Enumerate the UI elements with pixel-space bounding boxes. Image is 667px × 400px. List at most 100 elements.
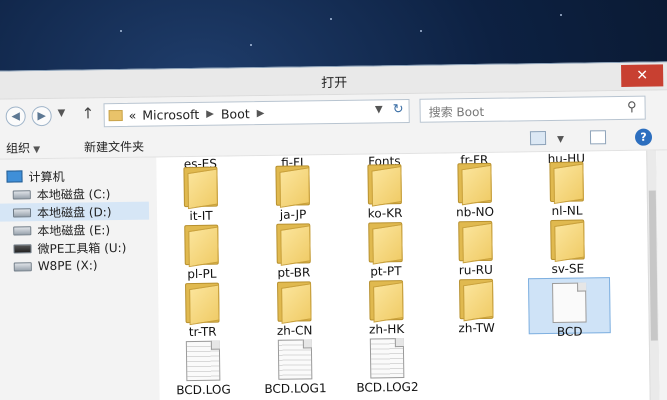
close-button[interactable]: ✕: [621, 64, 664, 87]
up-level-button[interactable]: ↑: [82, 104, 95, 122]
folder-item[interactable]: pl-PL: [161, 224, 242, 281]
folder-item[interactable]: zh-TW: [436, 278, 517, 335]
folder-item[interactable]: pt-BR: [253, 223, 334, 280]
file-name: pl-PL: [187, 266, 217, 282]
chevron-right-icon[interactable]: ▶: [257, 107, 265, 118]
folder-icon: [108, 109, 123, 121]
folder-item[interactable]: ko-KR: [344, 164, 425, 221]
log-file-icon: [277, 339, 313, 380]
file-name: pt-PT: [370, 264, 402, 279]
folder-item[interactable]: it-IT: [160, 166, 241, 223]
nav-item-drive-e[interactable]: 本地磁盘 (E:): [13, 220, 110, 239]
file-name: BCD.LOG2: [356, 379, 419, 395]
file-name: BCD: [556, 324, 583, 339]
organize-menu[interactable]: 组织 ▼: [6, 139, 40, 156]
search-input[interactable]: 搜索 Boot ⚲: [419, 95, 646, 123]
chevron-right-icon[interactable]: ▶: [206, 108, 214, 119]
star: [420, 30, 422, 32]
breadcrumb-microsoft[interactable]: Microsoft: [142, 106, 199, 122]
folder-item[interactable]: pt-PT: [345, 222, 426, 279]
new-folder-button[interactable]: 新建文件夹: [84, 138, 144, 156]
usb-drive-icon: [13, 243, 32, 253]
drive-icon: [13, 225, 32, 235]
folder-icon: [456, 220, 495, 264]
folder-icon: [455, 162, 494, 206]
file-name: nb-NO: [455, 204, 495, 220]
file-name: it-IT: [189, 208, 213, 224]
star: [560, 14, 562, 16]
nav-item-label: 本地磁盘 (C:): [36, 186, 111, 202]
folder-item[interactable]: nb-NO: [434, 162, 515, 219]
scrollbar-thumb[interactable]: [648, 190, 658, 341]
folder-icon: [275, 281, 314, 324]
folder-item[interactable]: nl-NL: [526, 161, 607, 218]
folder-item[interactable]: ja-JP: [252, 165, 333, 222]
file-name: nl-NL: [551, 203, 583, 218]
folder-icon: [274, 223, 313, 266]
refresh-icon[interactable]: ↻: [393, 102, 404, 117]
breadcrumb-boot[interactable]: Boot: [221, 106, 250, 121]
vertical-scrollbar[interactable]: [646, 150, 660, 400]
nav-item-label: 本地磁盘 (D:): [36, 204, 112, 220]
log-file-icon: [185, 340, 221, 382]
file-item[interactable]: BCD.LOG1: [255, 339, 336, 396]
folder-item[interactable]: tr-TR: [162, 282, 243, 339]
folder-icon: [365, 164, 404, 207]
folder-icon: [273, 165, 312, 208]
forward-button[interactable]: ▶: [31, 105, 52, 127]
search-icon[interactable]: ⚲: [627, 100, 637, 115]
file-name: BCD.LOG: [176, 382, 231, 398]
search-placeholder: 搜索 Boot: [428, 104, 485, 120]
star: [250, 44, 252, 46]
file-name: BCD.LOG1: [264, 381, 327, 397]
folder-item[interactable]: ru-RU: [435, 220, 516, 277]
chevron-down-icon: ▼: [556, 134, 565, 145]
nav-item-label: 本地磁盘 (E:): [37, 222, 111, 238]
folder-icon: [182, 224, 221, 268]
file-name: sv-SE: [551, 261, 585, 276]
help-button[interactable]: ?: [634, 128, 653, 146]
file-name: ja-JP: [279, 207, 307, 222]
open-file-dialog: 打开 ✕ ◀ ▶ ▼ ↑ « Microsoft ▶ Boot ▶ ▼ ↻ 搜索…: [0, 61, 667, 400]
address-dropdown[interactable]: ▼: [375, 104, 383, 115]
file-item[interactable]: BCD.LOG: [163, 340, 244, 397]
folder-icon: [548, 219, 587, 263]
file-list: es-ES fi-FI Fonts fr-FR hu-HU it-IT ja-JP ko-KR…: [156, 150, 660, 400]
file-name: zh-TW: [458, 320, 495, 336]
nav-item-label: 微PE工具箱 (U:): [37, 240, 127, 256]
drive-icon: [12, 207, 32, 217]
star: [330, 18, 332, 20]
nav-item-drive-x[interactable]: W8PE (X:): [13, 256, 98, 275]
nav-item-computer[interactable]: 计算机: [6, 167, 65, 186]
nav-item-label: W8PE (X:): [37, 258, 98, 274]
folder-item[interactable]: sv-SE: [527, 219, 608, 276]
folder-icon: [181, 166, 220, 210]
nav-item-drive-c[interactable]: 本地磁盘 (C:): [12, 184, 111, 203]
change-view-icon[interactable]: [529, 131, 547, 146]
chevron-down-icon: ▼: [33, 145, 41, 156]
view-dropdown[interactable]: ▼: [554, 131, 564, 145]
folder-icon: [457, 278, 496, 322]
folder-icon: [367, 280, 406, 323]
log-file-icon: [369, 338, 405, 379]
file-item[interactable]: BCD: [527, 277, 611, 339]
star: [120, 30, 122, 32]
breadcrumb-overflow[interactable]: «: [129, 107, 137, 122]
folder-item[interactable]: zh-CN: [254, 281, 335, 338]
back-button[interactable]: ◀: [5, 106, 26, 127]
address-bar[interactable]: « Microsoft ▶ Boot ▶ ▼ ↻: [103, 98, 410, 128]
navigation-pane: 计算机 本地磁盘 (C:) 本地磁盘 (D:) 本地磁盘 (E:) 微PE工具箱…: [0, 157, 160, 400]
organize-label: 组织: [6, 141, 31, 156]
file-name: zh-CN: [276, 323, 313, 338]
file-name: ko-KR: [367, 206, 403, 221]
file-item[interactable]: BCD.LOG2: [347, 338, 428, 395]
nav-item-drive-u[interactable]: 微PE工具箱 (U:): [13, 238, 126, 258]
folder-item[interactable]: zh-HK: [346, 280, 427, 337]
recent-locations-dropdown[interactable]: ▼: [58, 108, 66, 119]
file-name: tr-TR: [188, 324, 217, 340]
nav-item-drive-d[interactable]: 本地磁盘 (D:): [0, 201, 150, 222]
nav-item-label: 计算机: [28, 169, 65, 184]
folder-icon: [366, 222, 405, 265]
preview-pane-icon[interactable]: [589, 130, 607, 145]
file-name: zh-HK: [369, 322, 405, 337]
